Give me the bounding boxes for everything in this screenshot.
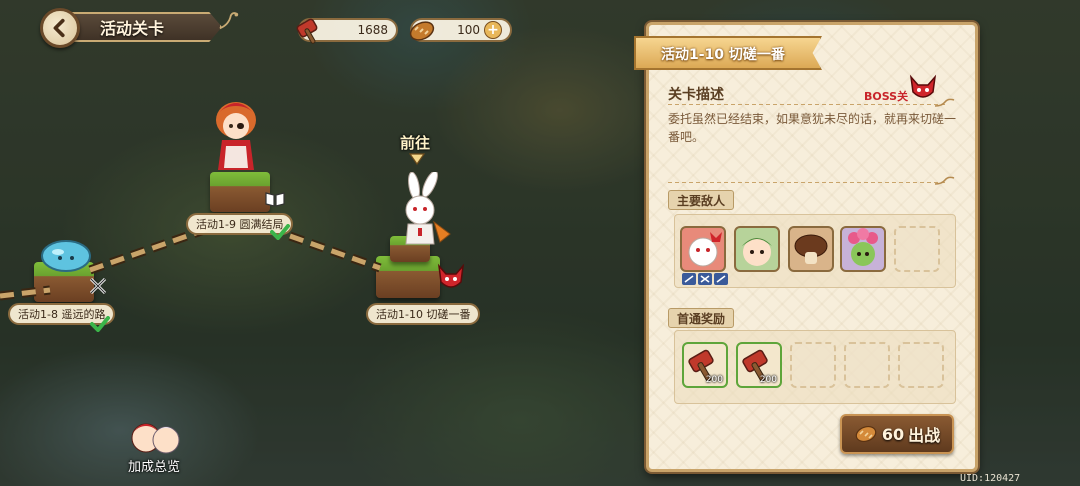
boss-demon-icon — [437, 263, 465, 288]
blue-slime-character[interactable] — [38, 232, 94, 272]
red-hood-girl-character[interactable] — [208, 96, 264, 178]
enemy-slot-mushroom[interactable] — [788, 226, 834, 272]
enemy-trait-icons — [682, 273, 728, 285]
goto-label[interactable]: 前往 — [400, 132, 430, 153]
reward-qty: 200 — [759, 375, 777, 385]
crossed-swords-icon — [89, 277, 107, 295]
rabbit-boss-icon — [688, 232, 722, 267]
stage-label-1-10[interactable]: 活动1-10 切磋一番 — [366, 303, 481, 325]
bread-stamina-icon — [855, 425, 877, 443]
panel-stage-title: 活动1-10 切磋一番 — [661, 47, 785, 63]
enemy-slot-empty — [894, 226, 940, 272]
stage-description: 委托虽然已经结束，如果意犹未尽的话，就再来切磋一番吧。 — [668, 112, 957, 144]
checkmark-icon — [90, 316, 110, 332]
start-battle-button[interactable]: 60 出战 — [840, 414, 954, 454]
description-heading: 关卡描述 — [668, 87, 724, 103]
rewards-heading: 首通奖励 — [668, 308, 735, 328]
down-arrow-icon — [409, 153, 425, 165]
enemy-slot-goblin[interactable] — [734, 226, 780, 272]
user-id: UID:120427 — [960, 473, 1021, 484]
bonus-overview-button[interactable] — [128, 414, 184, 458]
white-rabbit-character[interactable] — [394, 172, 454, 250]
checkmark-icon — [270, 224, 290, 240]
ornament-icon — [219, 12, 239, 30]
divider — [668, 182, 948, 183]
arrow-left-icon — [53, 18, 65, 38]
stage-path — [0, 223, 382, 301]
reward-slot-2[interactable]: 200 — [736, 342, 782, 388]
reward-qty: 200 — [705, 375, 723, 385]
reward-slot-empty — [790, 342, 836, 388]
back-button[interactable] — [40, 8, 80, 48]
reward-slot-empty — [898, 342, 944, 388]
enemies-heading: 主要敌人 — [668, 190, 735, 210]
boss-stage-tag: BOSS关 — [864, 90, 909, 103]
divider — [668, 104, 948, 105]
bonus-overview-label[interactable]: 加成总览 — [128, 456, 180, 475]
battle-cost: 60 — [881, 424, 905, 444]
book-icon — [265, 192, 285, 207]
ornament-icon — [934, 98, 955, 107]
flower-goblin-icon — [848, 228, 878, 266]
enemy-slot-flower-goblin[interactable] — [840, 226, 886, 272]
mushroom-icon — [794, 234, 828, 264]
page-title: 活动关卡 — [100, 19, 165, 38]
battle-label: 出战 — [908, 426, 941, 445]
ornament-icon — [934, 176, 955, 185]
enemy-slot-rabbit[interactable] — [680, 226, 726, 272]
reward-slot-1[interactable]: 200 — [682, 342, 728, 388]
reward-slot-empty — [844, 342, 890, 388]
green-goblin-icon — [742, 238, 772, 266]
